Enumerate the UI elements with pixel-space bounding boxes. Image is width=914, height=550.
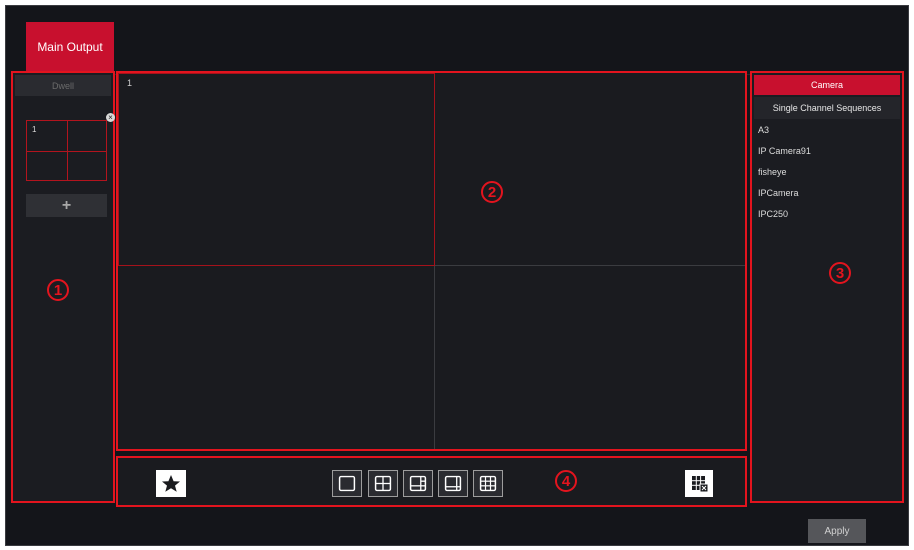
camera-list: A3 IP Camera91 fisheye IPCamera IPC250 [758,125,811,230]
layout-toolbar [116,456,747,507]
camera-item[interactable]: IPCamera [758,188,811,209]
layout-4-icon [374,475,392,492]
window-number: 1 [127,78,133,88]
layout-4-button[interactable] [368,470,398,497]
layout-9-button[interactable] [473,470,503,497]
callout-marker-2: 2 [481,181,503,203]
camera-item[interactable]: fisheye [758,167,811,188]
thumbnail-divider [27,151,106,152]
close-icon[interactable]: × [106,113,115,122]
layout-8-button[interactable] [438,470,468,497]
callout-marker-3: 3 [829,262,851,284]
tab-main-output[interactable]: Main Output [26,22,114,72]
sequence-thumbnail[interactable]: 1 [26,120,107,181]
preview-window-3[interactable] [118,266,434,449]
preview-window-4[interactable] [435,266,745,449]
preview-window-1[interactable]: 1 [118,73,435,266]
layout-9-icon [479,475,497,492]
favorite-button[interactable] [156,470,186,497]
layout-8-icon [444,475,462,492]
layout-6-button[interactable] [403,470,433,497]
camera-panel: Camera Single Channel Sequences A3 IP Ca… [750,71,904,503]
preview-grid: 1 [116,71,747,451]
grid-delete-icon [692,476,709,493]
star-icon [162,475,180,492]
callout-marker-4: 4 [555,470,577,492]
preview-window-2[interactable] [435,73,745,265]
tab-single-channel-sequences[interactable]: Single Channel Sequences [754,97,900,119]
add-sequence-button[interactable]: + [26,194,107,217]
tab-bar: Main Output [20,20,894,75]
apply-button[interactable]: Apply [808,519,866,543]
thumbnail-number: 1 [32,125,37,134]
callout-marker-1: 1 [47,279,69,301]
clear-layout-button[interactable] [685,470,713,497]
layout-1-icon [338,475,356,492]
dwell-header[interactable]: Dwell [15,75,111,96]
camera-item[interactable]: A3 [758,125,811,146]
layout-1-button[interactable] [332,470,362,497]
layout-6-icon [409,475,427,492]
plus-icon: + [61,196,72,214]
camera-item[interactable]: IPC250 [758,209,811,230]
tab-camera[interactable]: Camera [754,75,900,95]
camera-item[interactable]: IP Camera91 [758,146,811,167]
